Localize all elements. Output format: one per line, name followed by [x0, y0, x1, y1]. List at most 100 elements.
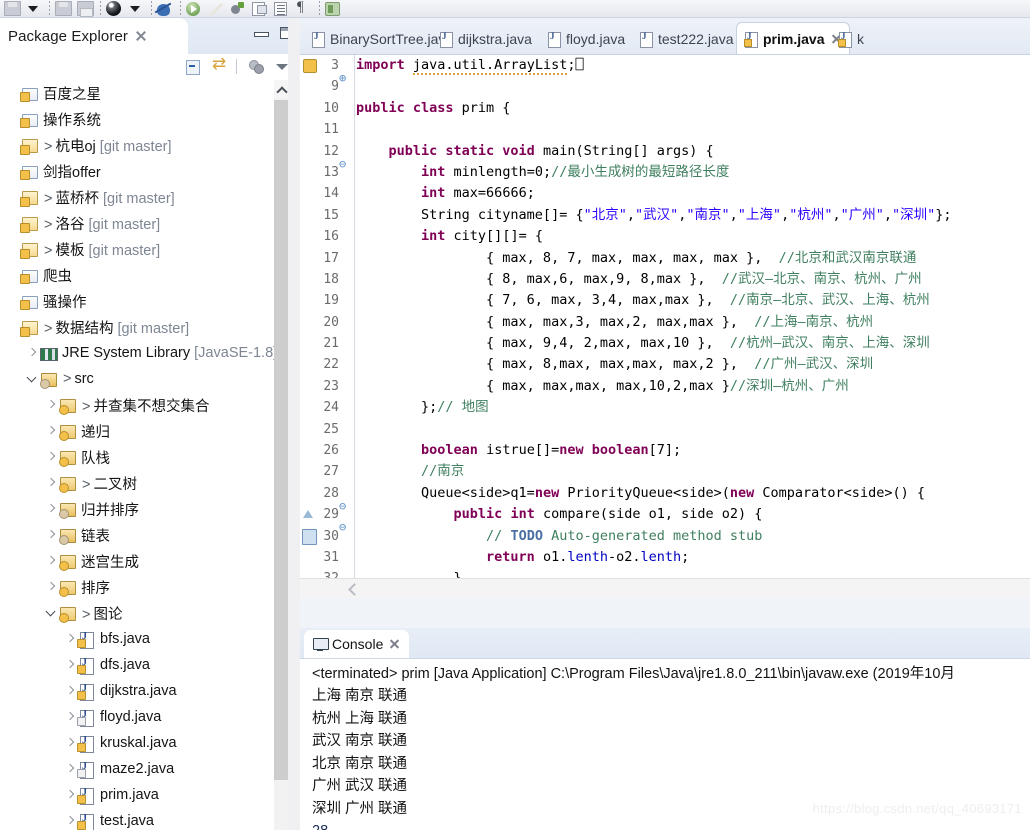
tree-item[interactable]: 归并排序 — [0, 496, 282, 522]
link-with-editor-icon[interactable] — [212, 54, 230, 76]
chevron-right-icon[interactable] — [44, 522, 58, 548]
editor-horizontal-scrollbar[interactable] — [300, 578, 1030, 598]
chevron-right-icon[interactable] — [63, 626, 77, 652]
tree-item[interactable]: floyd.java — [0, 704, 282, 730]
scrollbar-thumb[interactable] — [274, 100, 288, 780]
tree-item[interactable]: 骚操作 — [0, 288, 282, 314]
collapse-all-icon[interactable] — [186, 58, 204, 76]
tree-item[interactable]: 排序 — [0, 574, 282, 600]
project-tree[interactable]: 百度之星操作系统 > 杭电oj [git master] 剑指offer > 蓝桥杯 [g… — [0, 80, 282, 830]
line-number: 27 — [323, 464, 339, 480]
gutter-blank — [300, 461, 318, 482]
tab-console[interactable]: Console — [304, 630, 410, 658]
chevron-right-icon[interactable] — [63, 756, 77, 782]
chevron-right-icon[interactable] — [44, 392, 58, 418]
todo-marker-icon[interactable] — [300, 526, 318, 547]
tree-item[interactable]: 链表 — [0, 522, 282, 548]
tree-spacer[interactable] — [6, 210, 20, 236]
close-icon[interactable] — [389, 639, 400, 650]
tree-spacer[interactable] — [6, 184, 20, 210]
save-as-icon[interactable] — [53, 0, 75, 17]
scroll-up-icon[interactable] — [274, 80, 288, 98]
tree-item[interactable]: test.java — [0, 808, 282, 830]
view-options-icon[interactable] — [248, 58, 266, 76]
close-icon[interactable] — [135, 30, 147, 42]
chevron-right-icon[interactable] — [63, 652, 77, 678]
code-line: // TODO Auto-generated method stub — [486, 527, 763, 544]
chevron-right-icon[interactable] — [44, 444, 58, 470]
chevron-right-icon[interactable] — [63, 678, 77, 704]
tree-item[interactable]: > 杭电oj [git master] — [0, 132, 282, 158]
warning-badge-icon — [744, 39, 752, 47]
chevron-right-icon[interactable] — [63, 704, 77, 730]
save-icon[interactable] — [2, 0, 24, 17]
tree-item[interactable]: bfs.java — [0, 626, 282, 652]
chevron-right-icon[interactable] — [63, 808, 77, 830]
green-dot-icon[interactable] — [228, 0, 250, 17]
tree-item[interactable]: > 模板 [git master] — [0, 236, 282, 262]
editor-tab-test222-java[interactable]: test222.java — [632, 23, 741, 54]
list-icon[interactable] — [272, 0, 294, 17]
chevron-right-icon[interactable] — [25, 340, 39, 366]
new-doc-icon[interactable] — [250, 0, 272, 17]
tree-item[interactable]: 操作系统 — [0, 106, 282, 132]
tree-spacer[interactable] — [6, 236, 20, 262]
tree-item[interactable]: maze2.java — [0, 756, 282, 782]
editor-tab-dijkstra-java[interactable]: dijkstra.java — [432, 23, 539, 54]
package-explorer-scrollbar[interactable] — [274, 80, 288, 830]
console-panel: Console <terminated> prim [Java Applicat… — [300, 628, 1030, 830]
chevron-down-icon[interactable] — [25, 366, 39, 392]
chevron-right-icon[interactable] — [44, 470, 58, 496]
tree-item[interactable]: JRE System Library [JavaSE-1.8] — [0, 340, 282, 366]
code-line: //南京 — [421, 463, 465, 480]
chevron-right-icon[interactable] — [63, 782, 77, 808]
tree-item[interactable]: 迷宫生成 — [0, 548, 282, 574]
debug-dropdown-icon[interactable] — [126, 0, 148, 17]
perspective-icon[interactable] — [323, 0, 345, 17]
save-all-icon[interactable] — [75, 0, 97, 17]
tree-item[interactable]: 队栈 — [0, 444, 282, 470]
tree-item[interactable]: > src — [0, 366, 282, 392]
tree-spacer[interactable] — [6, 314, 20, 340]
tree-item[interactable]: dijkstra.java — [0, 678, 282, 704]
code-editor[interactable]: 3 9 10 11 12 13 14 15 16 17 18 19 20 21 22 23 24 25 26 27 28… — [300, 54, 1030, 598]
dropdown-arrow-icon[interactable] — [24, 0, 46, 17]
tree-item[interactable]: > 并查集不想交集合 — [0, 392, 282, 418]
tree-item[interactable]: 递归 — [0, 418, 282, 444]
vertical-splitter[interactable] — [288, 18, 300, 830]
tree-item[interactable]: > 图论 — [0, 600, 282, 626]
tree-item[interactable]: > 洛谷 [git master] — [0, 210, 282, 236]
chevron-right-icon[interactable] — [44, 548, 58, 574]
tree-spacer[interactable] — [6, 132, 20, 158]
chevron-right-icon[interactable] — [63, 730, 77, 756]
run-icon[interactable] — [184, 0, 206, 17]
editor-marker-gutter[interactable] — [300, 55, 318, 598]
chevron-right-icon[interactable] — [44, 574, 58, 600]
tree-item[interactable]: dfs.java — [0, 652, 282, 678]
editor-tab-label: floyd.java — [566, 30, 626, 47]
bug-icon[interactable] — [155, 0, 177, 17]
chevron-right-icon[interactable] — [44, 418, 58, 444]
tree-item[interactable]: > 二叉树 — [0, 470, 282, 496]
tree-item[interactable]: 爬虫 — [0, 262, 282, 288]
editor-tab-floyd-java[interactable]: floyd.java — [540, 23, 632, 54]
tree-item[interactable]: > 蓝桥杯 [git master] — [0, 184, 282, 210]
tree-item[interactable]: 剑指offer — [0, 158, 282, 184]
tab-package-explorer[interactable]: Package Explorer — [0, 18, 188, 54]
tree-item-label: 操作系统 — [43, 112, 101, 129]
tree-item-label: > 杭电oj [git master] — [44, 138, 172, 155]
tree-item[interactable]: > 数据结构 [git master] — [0, 314, 282, 340]
editor-code-text[interactable]: import java.util.ArrayList;⎕ public clas… — [356, 55, 1030, 598]
tree-item[interactable]: 百度之星 — [0, 80, 282, 106]
debug-ball-icon[interactable] — [104, 0, 126, 17]
editor-tab-k[interactable]: k — [831, 23, 871, 54]
minimize-icon[interactable] — [254, 28, 269, 38]
pen-icon[interactable] — [206, 0, 228, 17]
warning-marker-icon[interactable] — [300, 55, 318, 76]
tree-item[interactable]: prim.java — [0, 782, 282, 808]
pilcrow-icon[interactable] — [294, 0, 316, 17]
chevron-right-icon[interactable] — [44, 496, 58, 522]
tree-item[interactable]: kruskal.java — [0, 730, 282, 756]
override-marker-icon[interactable] — [300, 504, 318, 525]
chevron-down-icon[interactable] — [44, 600, 58, 626]
